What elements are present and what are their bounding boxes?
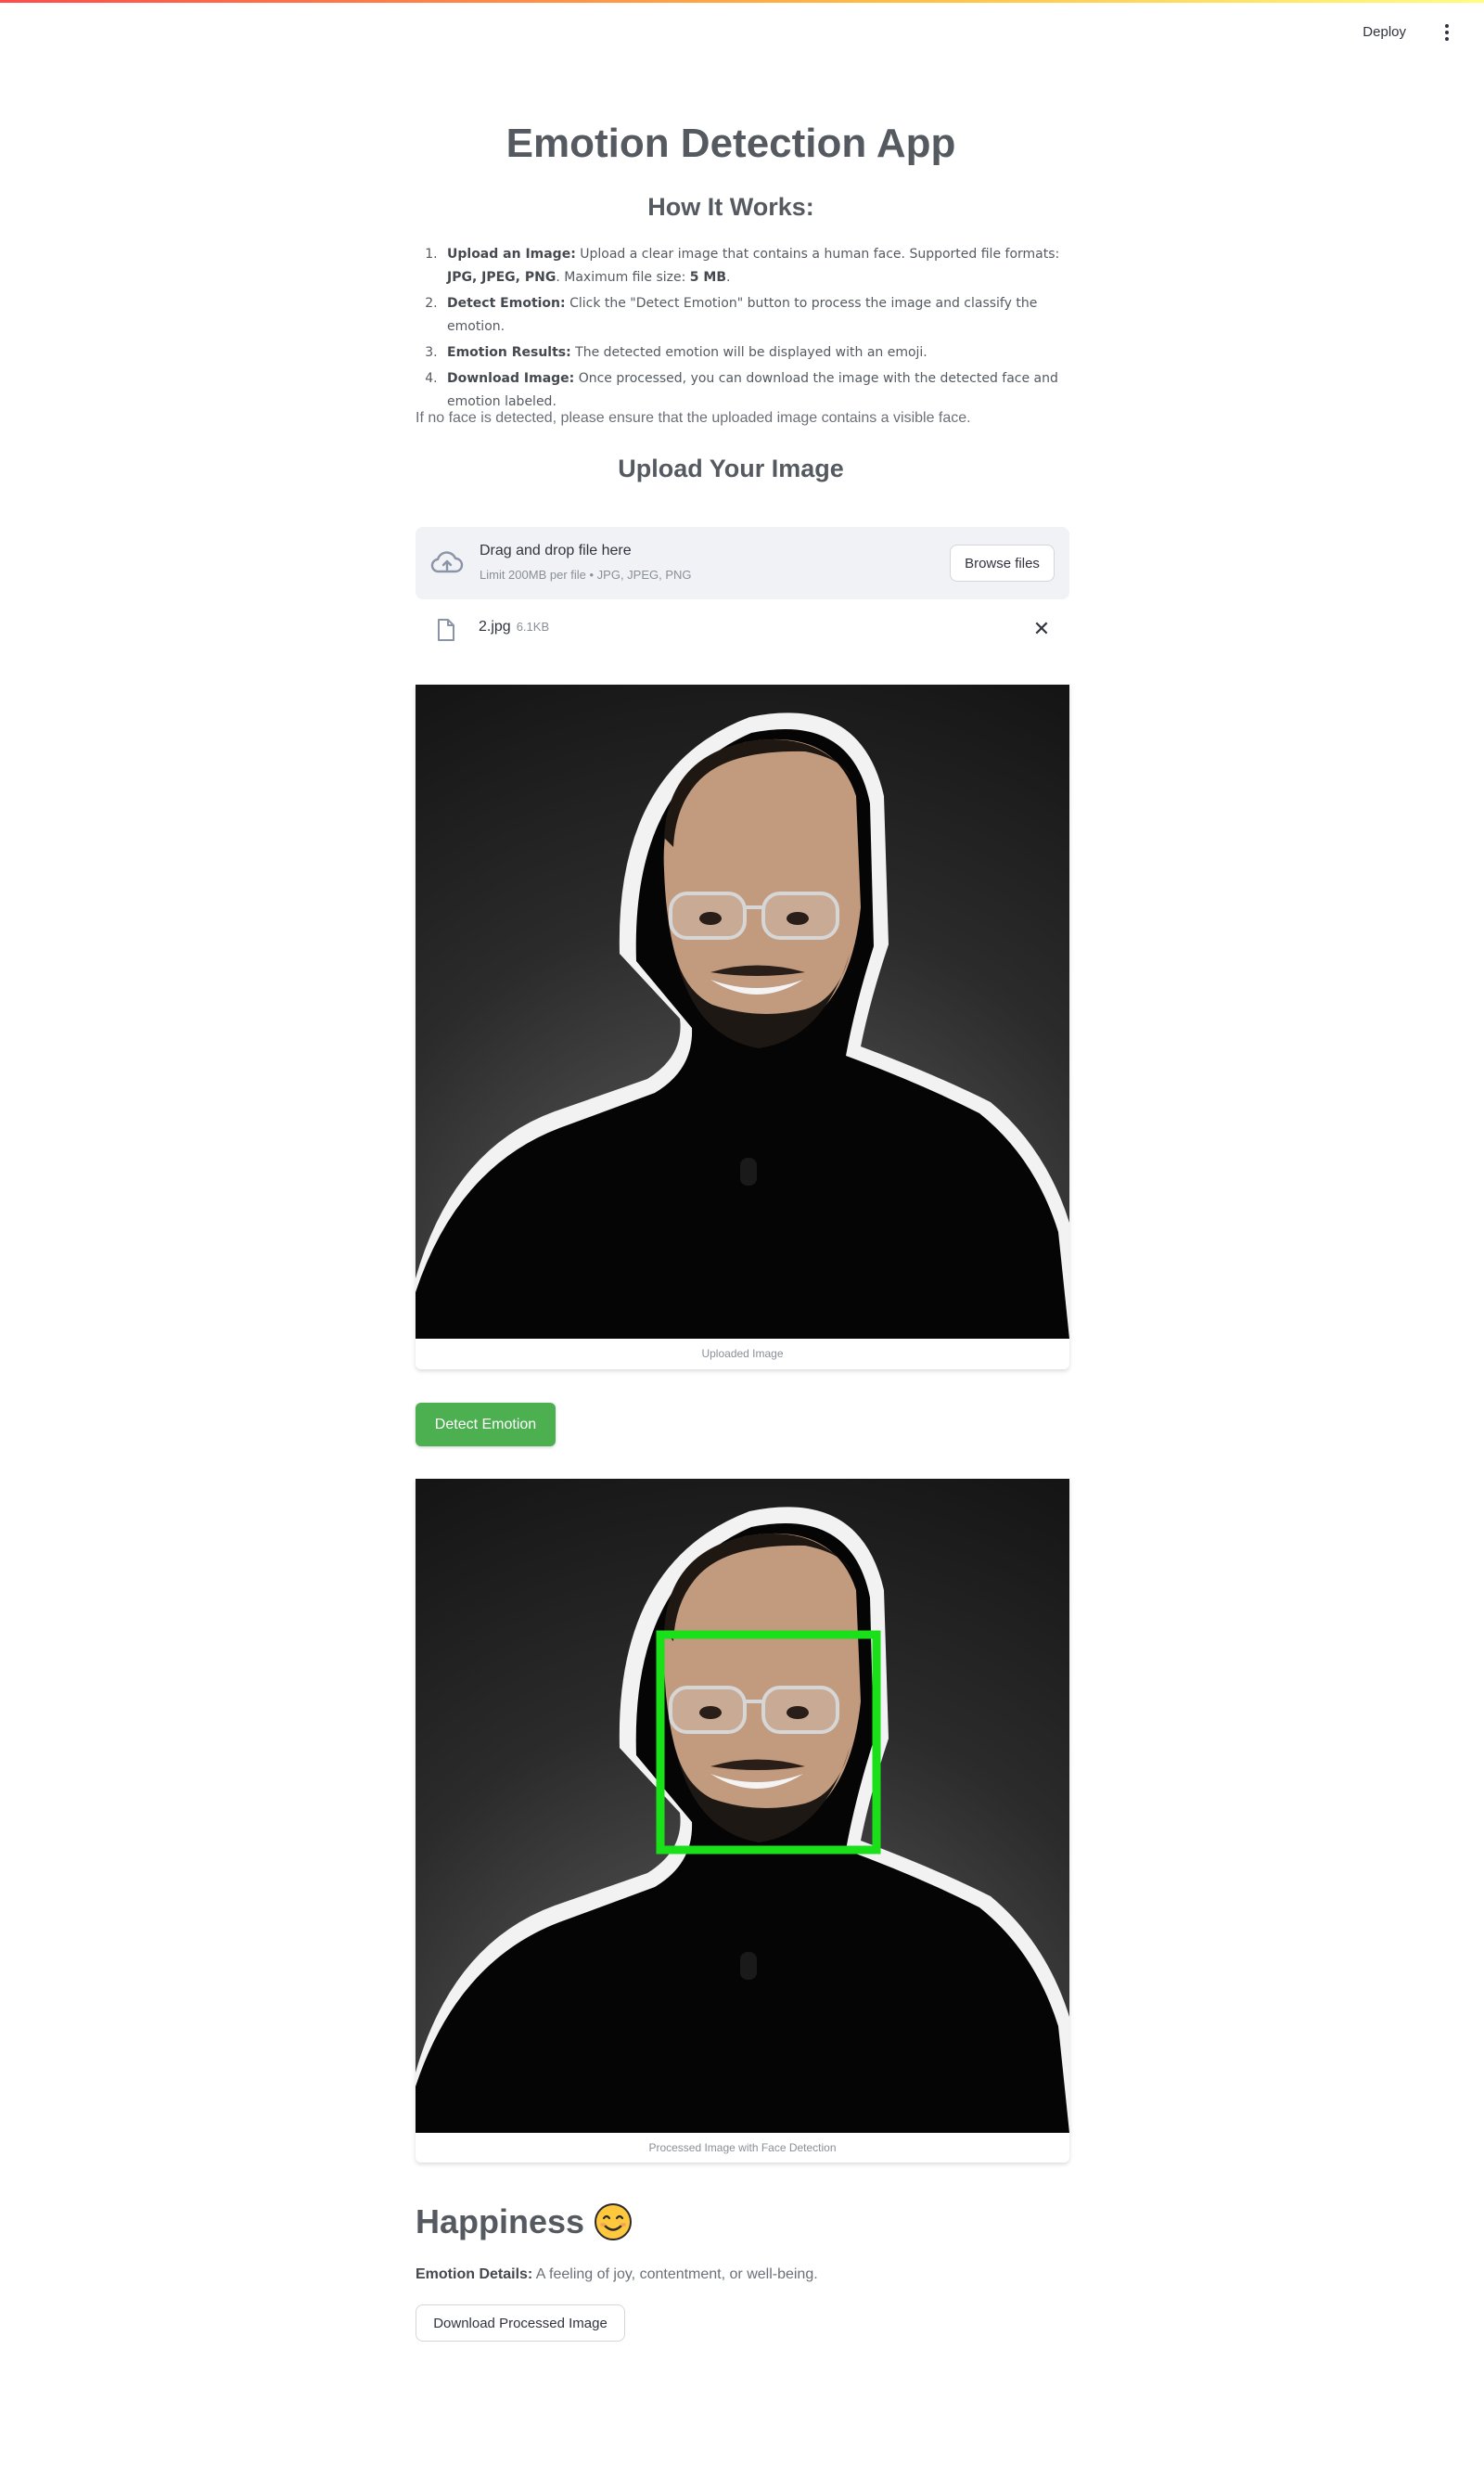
processed-image-figure: Processed Image with Face Detection — [416, 1479, 1069, 2163]
dropzone-instructions: Drag and drop file here — [480, 543, 632, 558]
steps-list: Upload an Image: Upload a clear image th… — [416, 243, 1069, 417]
how-it-works-heading: How It Works: — [647, 193, 814, 221]
uploaded-image-caption: Uploaded Image — [701, 1347, 784, 1360]
processed-image — [416, 1479, 1069, 2133]
file-icon — [438, 619, 454, 641]
list-item: Download Image: Once processed, you can … — [441, 367, 1069, 414]
page-title: Emotion Detection App — [505, 121, 956, 166]
no-face-note: If no face is detected, please ensure th… — [416, 410, 971, 426]
list-item: Emotion Results: The detected emotion wi… — [441, 341, 1069, 365]
uploaded-image — [416, 685, 1069, 1339]
file-name: 2.jpg — [479, 619, 511, 635]
uploaded-file-row: 2.jpg 6.1KB ✕ — [416, 609, 1069, 649]
kebab-menu-icon[interactable] — [1438, 19, 1456, 46]
processed-image-caption: Processed Image with Face Detection — [648, 2141, 837, 2154]
list-item: Upload an Image: Upload a clear image th… — [441, 243, 1069, 289]
toolbar: Deploy — [1357, 17, 1456, 47]
emotion-label: Happiness — [416, 2202, 585, 2240]
file-size: 6.1KB — [516, 620, 550, 634]
download-button[interactable]: Download Processed Image — [416, 2304, 625, 2342]
emotion-details: Emotion Details: A feeling of joy, conte… — [416, 2266, 818, 2282]
list-item: Detect Emotion: Click the "Detect Emotio… — [441, 292, 1069, 339]
cloud-upload-icon — [430, 551, 464, 573]
emotion-result: Happiness — [416, 2202, 633, 2241]
top-decoration-bar — [0, 0, 1484, 3]
dropzone-limit: Limit 200MB per file • JPG, JPEG, PNG — [480, 568, 692, 582]
deploy-button[interactable]: Deploy — [1357, 17, 1412, 47]
detect-emotion-button[interactable]: Detect Emotion — [416, 1403, 556, 1446]
file-dropzone[interactable]: Drag and drop file here Limit 200MB per … — [416, 527, 1069, 599]
close-icon[interactable]: ✕ — [1029, 616, 1055, 642]
uploaded-image-figure: Uploaded Image — [416, 685, 1069, 1369]
smiling-face-icon — [595, 2203, 633, 2240]
upload-heading: Upload Your Image — [618, 455, 844, 482]
browse-files-button[interactable]: Browse files — [950, 545, 1055, 582]
